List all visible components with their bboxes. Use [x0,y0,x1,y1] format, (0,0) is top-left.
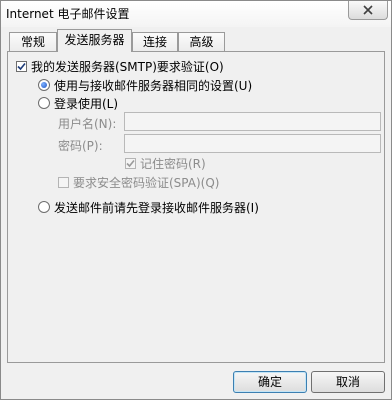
title-bar: Internet 电子邮件设置 [1,1,391,27]
internet-email-settings-dialog: Internet 电子邮件设置 常规 发送服务器 连接 高级 我的发送服务器(S… [0,0,392,400]
close-icon [363,5,373,15]
ok-button-label: 确定 [257,375,282,389]
smtp-auth-required-checkbox[interactable]: 我的发送服务器(SMTP)要求验证(O) [16,58,224,74]
tab-outgoing-server-label: 发送服务器 [64,33,125,47]
smtp-auth-required-label: 我的发送服务器(SMTP)要求验证(O) [31,59,224,74]
use-same-settings-radio-button[interactable] [38,79,50,91]
outgoing-server-panel: 我的发送服务器(SMTP)要求验证(O) 使用与接收邮件服务器相同的设置(U) … [7,51,385,363]
use-same-settings-radio[interactable]: 使用与接收邮件服务器相同的设置(U) [38,77,252,93]
log-on-using-label: 登录使用(L) [54,96,119,111]
password-label: 密码(P): [58,139,103,153]
tab-general-label: 常规 [20,35,45,49]
use-same-settings-label: 使用与接收邮件服务器相同的设置(U) [54,78,253,93]
tab-connection-label: 连接 [142,35,167,49]
log-on-incoming-first-radio[interactable]: 发送邮件前请先登录接收邮件服务器(I) [38,199,259,215]
tab-advanced-label: 高级 [189,35,214,49]
remember-password-checkbox[interactable]: 记住密码(R) [125,155,206,171]
tab-advanced[interactable]: 高级 [178,32,225,51]
password-field[interactable] [124,134,381,153]
cancel-button-label: 取消 [335,375,360,389]
username-label: 用户名(N): [58,117,117,131]
log-on-using-radio[interactable]: 登录使用(L) [38,95,118,111]
smtp-auth-checkbox-box[interactable] [16,60,27,72]
log-on-incoming-first-label: 发送邮件前请先登录接收邮件服务器(I) [54,200,259,215]
require-spa-checkbox-box[interactable] [58,176,69,188]
close-button[interactable] [348,1,388,20]
checkmark-icon [126,159,135,167]
log-on-using-radio-button[interactable] [38,97,50,109]
cancel-button[interactable]: 取消 [311,371,385,393]
require-spa-checkbox[interactable]: 要求安全密码验证(SPA)(Q) [58,174,219,190]
log-on-incoming-first-radio-button[interactable] [38,201,50,213]
tab-connection[interactable]: 连接 [132,32,178,51]
require-spa-label: 要求安全密码验证(SPA)(Q) [73,175,220,190]
remember-password-label: 记住密码(R) [140,156,206,171]
ok-button[interactable]: 确定 [233,371,307,393]
window-title: Internet 电子邮件设置 [6,7,130,21]
username-field[interactable] [124,112,381,131]
tab-outgoing-server[interactable]: 发送服务器 [57,29,132,52]
checkmark-icon [17,62,26,70]
tab-general[interactable]: 常规 [9,32,57,51]
remember-password-checkbox-box[interactable] [125,157,136,169]
